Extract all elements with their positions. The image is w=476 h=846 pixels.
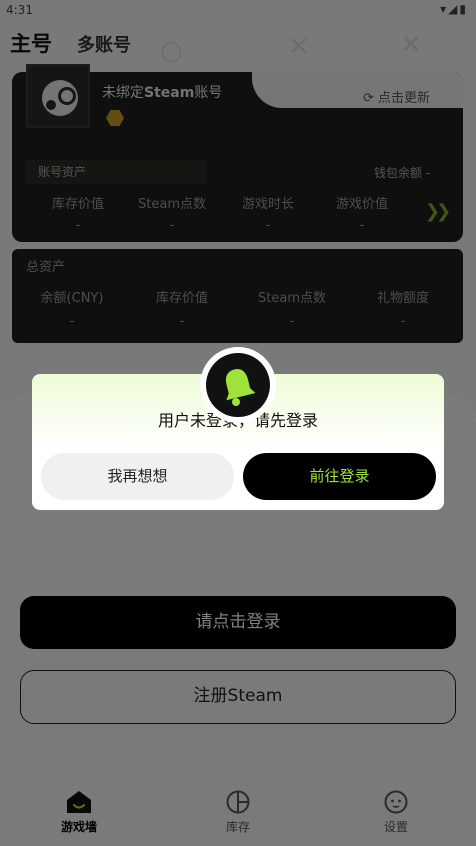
cancel-button[interactable]: 我再想想 bbox=[41, 453, 234, 500]
dialog-icon-badge bbox=[200, 347, 276, 423]
dialog-icon-core bbox=[206, 353, 270, 417]
bell-icon bbox=[225, 369, 256, 406]
go-login-button[interactable]: 前往登录 bbox=[243, 453, 436, 500]
